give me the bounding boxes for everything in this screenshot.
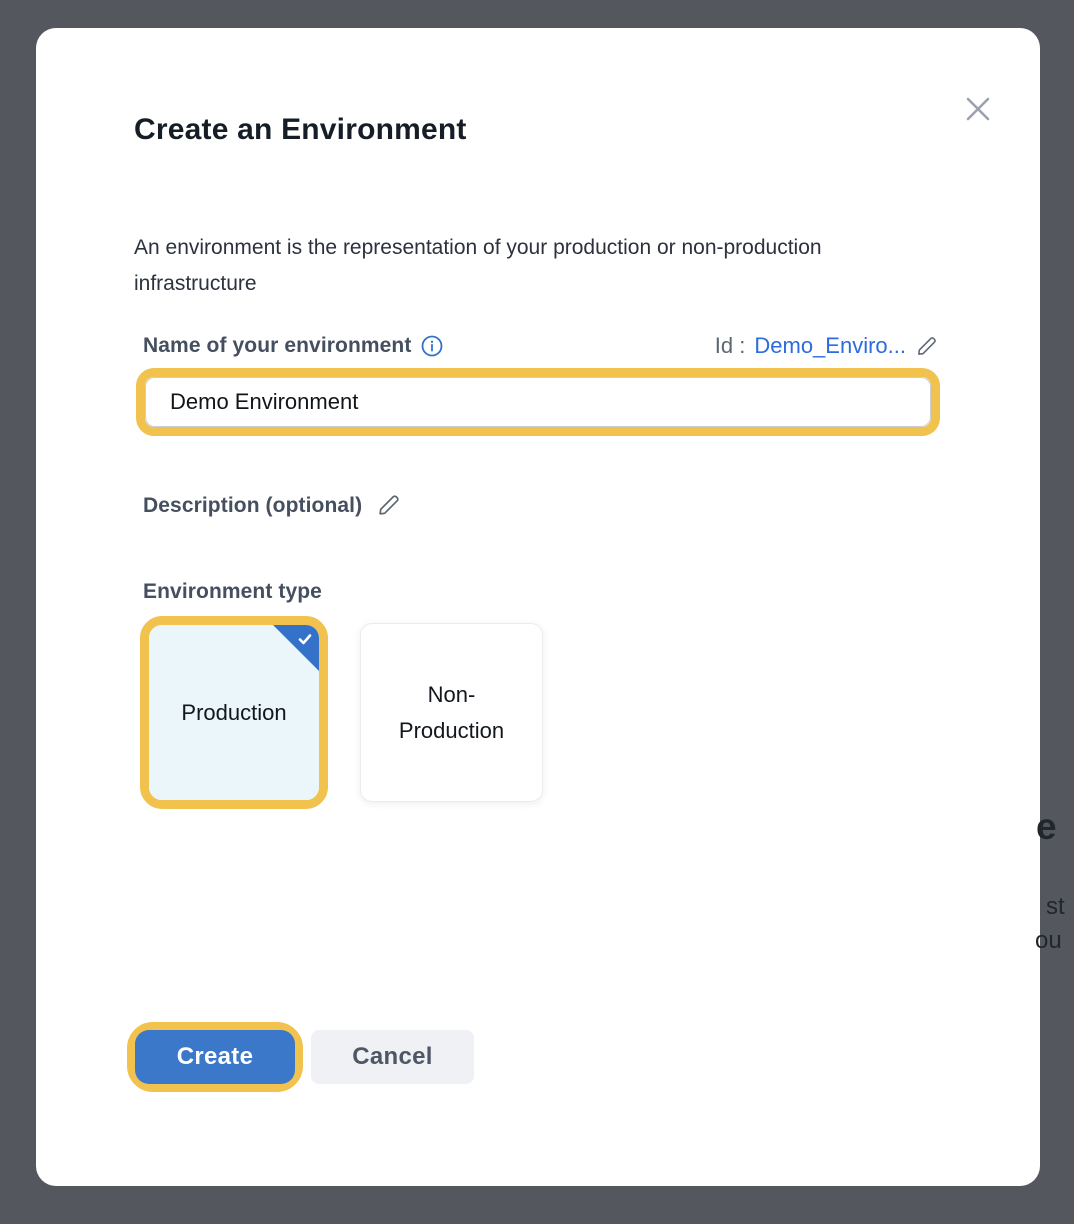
cancel-button[interactable]: Cancel xyxy=(311,1030,474,1084)
description-field-header: Description (optional) xyxy=(143,493,942,518)
clipped-tooltip-text-fragment: st xyxy=(1046,893,1065,921)
selected-corner-badge xyxy=(273,625,319,671)
tutorial-highlight-production-card: Production xyxy=(140,616,328,809)
create-environment-modal: Create an Environment An environment is … xyxy=(36,28,1040,1186)
modal-description: An environment is the representation of … xyxy=(134,230,882,302)
create-button[interactable]: Create xyxy=(135,1030,295,1084)
edit-description-pencil-icon[interactable] xyxy=(376,493,401,518)
name-field-label: Name of your environment xyxy=(143,334,411,358)
environment-name-input[interactable] xyxy=(145,377,931,427)
edit-id-pencil-icon[interactable] xyxy=(915,335,938,358)
clipped-tooltip-text-fragment: ou xyxy=(1035,927,1062,955)
info-icon[interactable] xyxy=(421,335,443,357)
environment-type-option-production[interactable]: Production xyxy=(149,625,319,800)
environment-type-label: Environment type xyxy=(143,580,942,604)
modal-actions: Create Cancel xyxy=(127,1022,474,1092)
description-label: Description (optional) xyxy=(143,494,362,518)
id-prefix-label: Id : xyxy=(715,333,746,359)
environment-type-option-non-production[interactable]: Non-Production xyxy=(360,623,543,802)
tutorial-highlight-create-button: Create xyxy=(127,1022,303,1092)
check-icon xyxy=(296,630,314,648)
name-field-header: Name of your environment Id : Demo_Envir… xyxy=(134,333,938,359)
environment-type-options: Production Non-Production xyxy=(134,616,942,809)
page-title: Create an Environment xyxy=(134,28,942,148)
id-value-link[interactable]: Demo_Enviro... xyxy=(754,333,906,359)
non-production-card-label: Non-Production xyxy=(387,677,517,749)
production-card-label: Production xyxy=(181,700,286,726)
environment-id: Id : Demo_Enviro... xyxy=(715,333,938,359)
tutorial-highlight-name-input xyxy=(136,368,940,436)
clipped-tooltip-text-fragment: e xyxy=(1036,806,1057,848)
